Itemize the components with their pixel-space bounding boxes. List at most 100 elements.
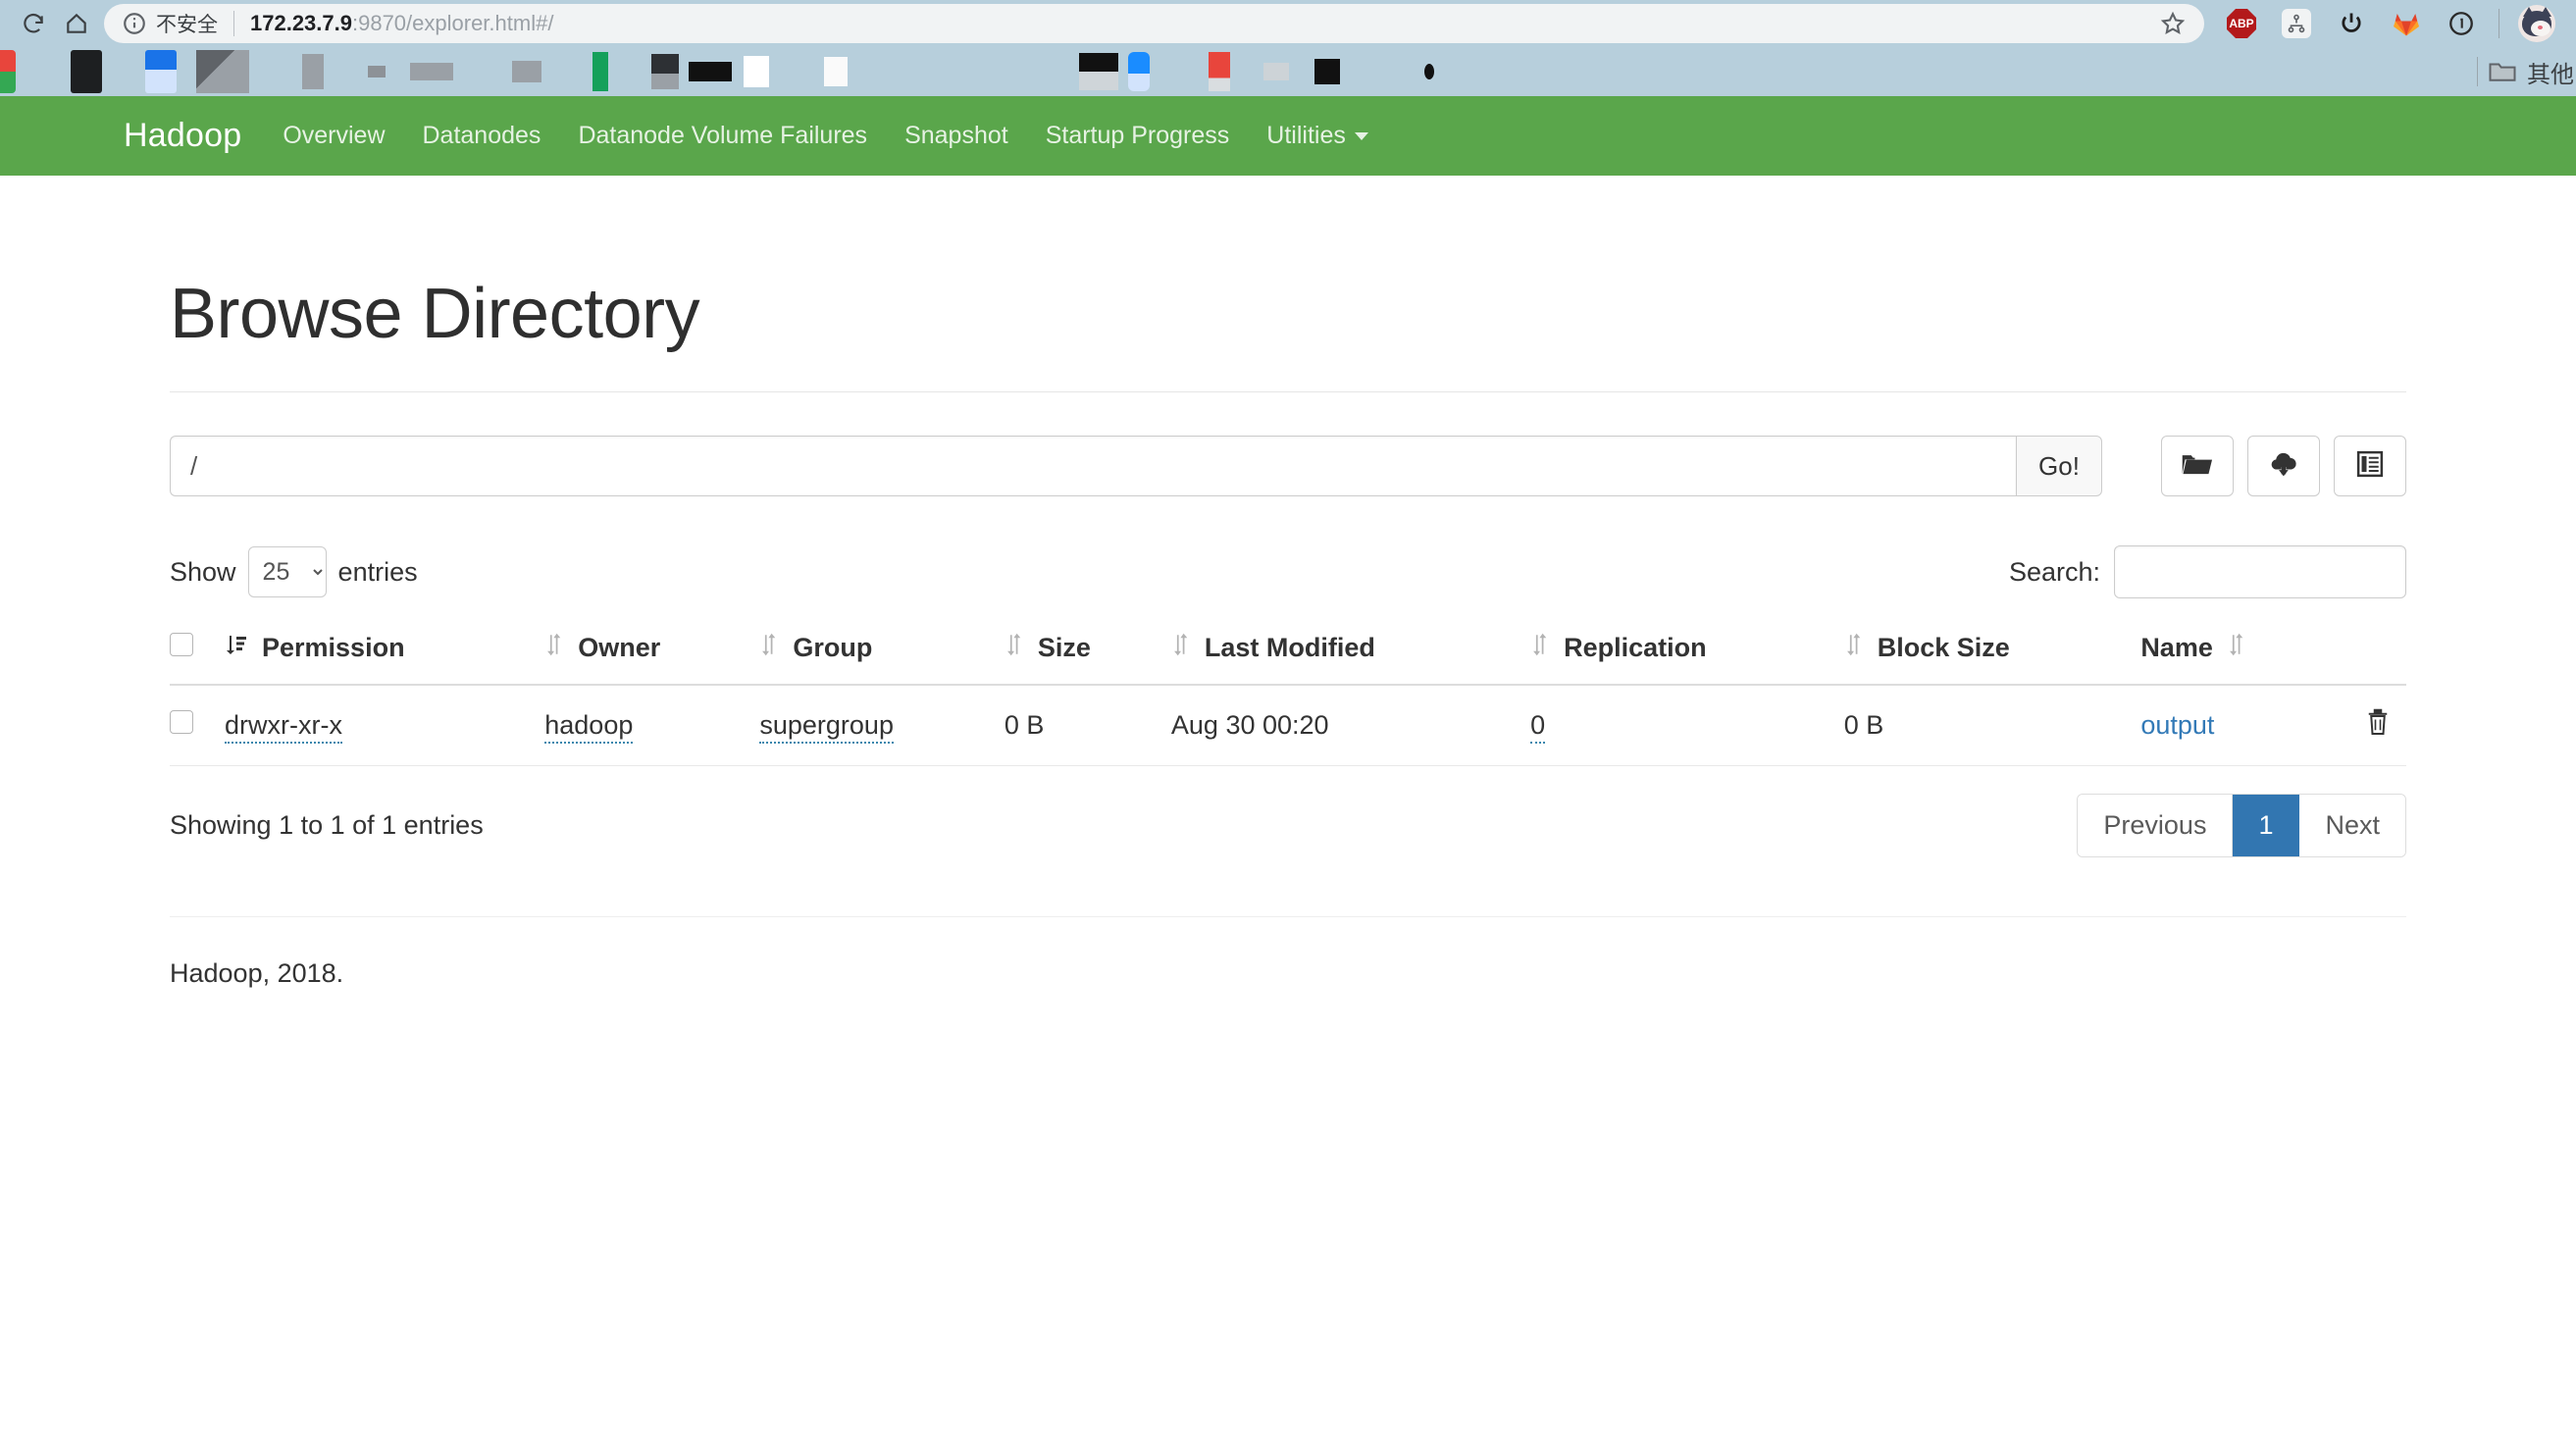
cloud-upload-icon	[2267, 450, 2300, 483]
browser-toolbar: 不安全 172.23.7.9:9870/explorer.html#/ ABP	[0, 0, 2576, 47]
omnibox-divider	[233, 11, 234, 36]
bookmark-favicon[interactable]	[196, 50, 249, 93]
nav-item-startup-progress[interactable]: Startup Progress	[1046, 122, 1230, 150]
bookmark-favicon[interactable]	[302, 54, 324, 89]
pagination-next[interactable]: Next	[2299, 795, 2405, 856]
search-label: Search:	[2008, 556, 2100, 587]
row-select-cell	[170, 685, 225, 766]
permission-value[interactable]: drwxr-xr-x	[225, 710, 342, 744]
owner-value[interactable]: hadoop	[544, 710, 634, 744]
bookmark-favicon[interactable]	[145, 50, 177, 93]
page-title: Browse Directory	[170, 275, 700, 353]
go-button[interactable]: Go!	[2016, 436, 2102, 496]
nav-item-utilities[interactable]: Utilities	[1266, 122, 1368, 150]
table-footer: Showing 1 to 1 of 1 entries Previous 1 N…	[170, 794, 2406, 857]
column-header-owner[interactable]: Owner	[544, 620, 760, 686]
page-length-select[interactable]: 25 50 100	[247, 546, 327, 597]
trash-icon[interactable]	[2365, 707, 2391, 737]
sitemap-icon[interactable]	[2277, 4, 2316, 43]
column-header-name[interactable]: Name	[2140, 620, 2340, 686]
table-body: drwxr-xr-x hadoop supergroup 0 B Aug 30 …	[170, 685, 2406, 766]
nav-item-snapshot[interactable]: Snapshot	[904, 122, 1008, 150]
address-bar-url[interactable]: 172.23.7.9:9870/explorer.html#/	[250, 11, 2149, 36]
row-checkbox[interactable]	[170, 710, 193, 734]
column-header-size[interactable]: Size	[1004, 620, 1171, 686]
sort-both-icon	[1530, 632, 1550, 664]
sort-both-icon	[1171, 632, 1191, 664]
url-path: :9870/explorer.html#/	[351, 11, 554, 35]
bookmark-star-icon[interactable]	[2149, 10, 2187, 37]
select-all-checkbox[interactable]	[170, 633, 193, 656]
reload-icon[interactable]	[12, 2, 55, 45]
bookmark-favicon[interactable]	[71, 50, 102, 93]
folder-icon	[2488, 59, 2517, 84]
file-name-link[interactable]: output	[2140, 710, 2214, 740]
new-directory-button[interactable]	[2161, 436, 2234, 496]
cell-group: supergroup	[759, 685, 1005, 766]
cell-replication: 0	[1530, 685, 1844, 766]
table-row[interactable]: drwxr-xr-x hadoop supergroup 0 B Aug 30 …	[170, 685, 2406, 766]
bookmark-favicon[interactable]	[824, 57, 848, 86]
bookmarks-divider	[2477, 57, 2478, 86]
column-header-last-modified[interactable]: Last Modified	[1170, 620, 1531, 686]
pagination-page-1[interactable]: 1	[2233, 795, 2300, 856]
search-input[interactable]	[2114, 545, 2406, 598]
navbar-brand[interactable]: Hadoop	[124, 117, 241, 155]
circled-one-icon[interactable]	[2442, 4, 2481, 43]
nav-item-datanodes[interactable]: Datanodes	[423, 122, 541, 150]
security-status-label[interactable]: 不安全	[156, 9, 218, 38]
bookmark-favicon[interactable]	[368, 66, 386, 77]
omnibox[interactable]: 不安全 172.23.7.9:9870/explorer.html#/	[104, 4, 2204, 43]
table-header-row: Permission Owner Group Size Last Modifie…	[170, 620, 2406, 686]
bookmark-favicon[interactable]	[1424, 64, 1434, 79]
cell-size: 0 B	[1004, 685, 1171, 766]
cut-paste-button[interactable]	[2334, 436, 2406, 496]
cell-actions	[2339, 685, 2406, 766]
column-header-group[interactable]: Group	[759, 620, 1005, 686]
bookmarks-overflow[interactable]: 其他	[2467, 47, 2576, 96]
search-control: Search:	[2009, 545, 2406, 598]
column-header-block-size-label: Block Size	[1877, 633, 2010, 662]
title-divider	[170, 391, 2406, 392]
list-alt-icon	[2354, 449, 2386, 484]
column-header-replication[interactable]: Replication	[1530, 620, 1844, 686]
upload-files-button[interactable]	[2247, 436, 2320, 496]
column-header-group-label: Group	[793, 633, 873, 662]
table-head: Permission Owner Group Size Last Modifie…	[170, 620, 2406, 686]
bookmarks-bar: 其他	[0, 47, 2576, 96]
adblock-plus-icon[interactable]: ABP	[2222, 4, 2261, 43]
gitlab-icon[interactable]	[2387, 4, 2426, 43]
bookmark-favicon[interactable]	[744, 56, 769, 87]
home-icon[interactable]	[55, 2, 98, 45]
cat-avatar-icon[interactable]	[2517, 4, 2556, 43]
bookmark-favicon[interactable]	[410, 63, 453, 80]
power-icon[interactable]	[2332, 4, 2371, 43]
bookmark-favicon[interactable]	[1128, 52, 1150, 91]
nav-item-utilities-label: Utilities	[1266, 122, 1346, 149]
footer-text: Hadoop, 2018.	[170, 958, 344, 988]
column-header-block-size[interactable]: Block Size	[1843, 620, 2141, 686]
entries-label: entries	[337, 556, 418, 587]
bookmark-favicon[interactable]	[1263, 63, 1289, 80]
browser-chrome: 不安全 172.23.7.9:9870/explorer.html#/ ABP	[0, 0, 2576, 96]
replication-value[interactable]: 0	[1530, 710, 1546, 744]
path-input[interactable]	[170, 436, 2016, 496]
table-controls: Show 25 50 100 entries Search:	[170, 545, 2406, 598]
bookmark-favicon[interactable]	[1209, 52, 1230, 91]
bookmark-favicon[interactable]	[1314, 59, 1340, 84]
nav-item-datanode-volume-failures[interactable]: Datanode Volume Failures	[578, 122, 867, 150]
path-tool-buttons	[2161, 436, 2406, 496]
bookmark-favicon[interactable]	[689, 62, 732, 81]
bookmark-favicon[interactable]	[0, 50, 16, 93]
path-input-group: Go!	[170, 436, 2102, 496]
pagination-previous[interactable]: Previous	[2078, 795, 2234, 856]
group-value[interactable]: supergroup	[759, 710, 894, 744]
nav-item-overview[interactable]: Overview	[283, 122, 385, 150]
sort-both-icon	[1844, 632, 1864, 664]
bookmark-favicon[interactable]	[592, 52, 608, 91]
bookmark-favicon[interactable]	[651, 54, 679, 89]
info-circle-icon[interactable]	[122, 11, 147, 36]
column-header-permission[interactable]: Permission	[225, 620, 545, 686]
bookmark-favicon[interactable]	[1079, 53, 1118, 90]
bookmark-favicon[interactable]	[512, 61, 541, 82]
